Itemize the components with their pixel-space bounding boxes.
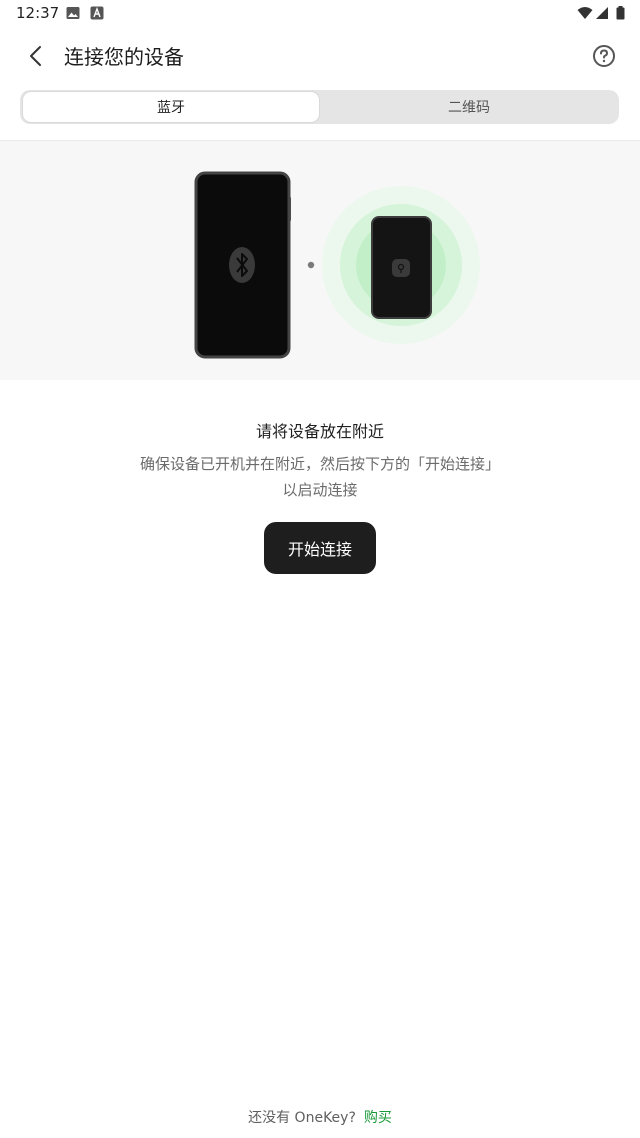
a-notification-icon bbox=[90, 6, 104, 20]
illustration-panel bbox=[0, 141, 640, 380]
tab-bluetooth[interactable]: 蓝牙 bbox=[23, 92, 319, 122]
wifi-icon bbox=[577, 7, 593, 19]
start-connection-button[interactable]: 开始连接 bbox=[264, 522, 376, 574]
status-bar: 12:37 bbox=[0, 0, 640, 28]
status-time: 12:37 bbox=[16, 4, 60, 22]
onekey-lock-icon bbox=[392, 259, 410, 277]
back-button[interactable] bbox=[20, 40, 52, 72]
question-circle-icon bbox=[593, 45, 615, 67]
buy-link[interactable]: 购买 bbox=[364, 1110, 392, 1126]
instruction-description: 确保设备已开机并在附近，然后按下方的「开始连接」以启动连接 bbox=[140, 455, 501, 499]
page-title: 连接您的设备 bbox=[64, 45, 184, 69]
footer: 还没有 OneKey? 购买 bbox=[0, 1107, 640, 1127]
app-bar: 连接您的设备 bbox=[0, 28, 640, 84]
image-icon bbox=[66, 7, 80, 19]
signal-icon bbox=[596, 7, 608, 19]
battery-icon bbox=[616, 6, 625, 20]
chevron-left-icon bbox=[30, 46, 41, 66]
connection-method-tabs: 蓝牙 二维码 bbox=[20, 90, 619, 124]
bluetooth-pairing-illustration bbox=[194, 171, 480, 359]
no-onekey-text: 还没有 OneKey? bbox=[248, 1110, 356, 1126]
bluetooth-icon bbox=[229, 247, 255, 283]
help-button[interactable] bbox=[588, 40, 620, 72]
tab-qrcode[interactable]: 二维码 bbox=[322, 92, 616, 122]
instruction-heading: 请将设备放在附近 bbox=[255, 422, 384, 441]
